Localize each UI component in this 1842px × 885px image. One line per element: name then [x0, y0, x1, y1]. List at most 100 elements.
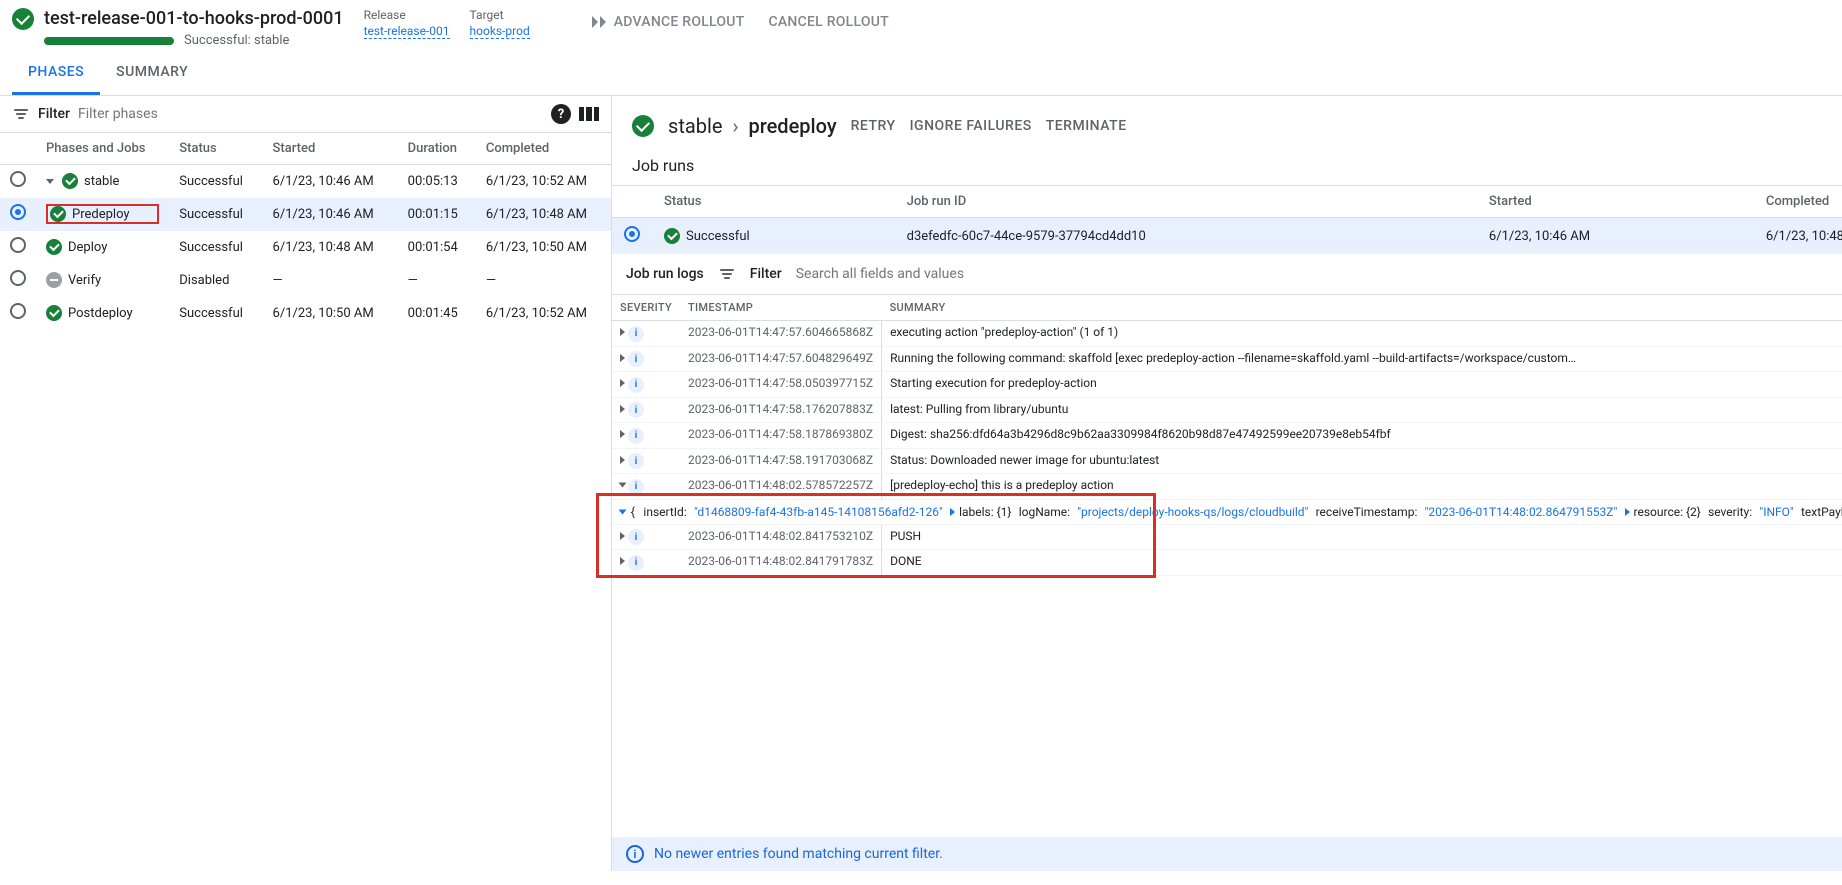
log-row[interactable]: i 2023-06-01T14:48:02.578572257Z [predep… [612, 474, 1842, 500]
no-newer-text: No newer entries found matching current … [654, 846, 943, 862]
radio-button[interactable] [10, 171, 26, 187]
severity-info-icon[interactable]: i [628, 453, 644, 469]
log-json-expanded: { insertId: "d1468809-faf4-43fb-a145-141… [612, 499, 1842, 524]
log-summary: Starting execution for predeploy-action [882, 372, 1842, 398]
col-started: Started [263, 133, 398, 165]
log-row[interactable]: i 2023-06-01T14:47:58.191703068Z Status:… [612, 448, 1842, 474]
phase-row[interactable]: Postdeploy Successful 6/1/23, 10:50 AM 0… [0, 297, 611, 330]
logs-search-input[interactable] [796, 266, 1842, 282]
advance-rollout-button[interactable]: ADVANCE ROLLOUT [590, 14, 745, 30]
info-icon: i [626, 845, 644, 863]
col-status: Status [169, 133, 262, 165]
rollout-header: test-release-001-to-hooks-prod-0001 Succ… [0, 0, 1842, 48]
terminate-button[interactable]: TERMINATE [1046, 118, 1127, 134]
detail-panel: stable › predeploy RETRY IGNORE FAILURES… [612, 96, 1842, 871]
severity-info-icon[interactable]: i [628, 402, 644, 418]
severity-info-icon[interactable]: i [628, 326, 644, 342]
tab-summary[interactable]: SUMMARY [100, 64, 204, 95]
success-icon [50, 206, 66, 222]
radio-button[interactable] [10, 270, 26, 286]
cancel-rollout-button[interactable]: CANCEL ROLLOUT [769, 14, 889, 30]
release-link[interactable]: test-release-001 [364, 24, 450, 39]
expand-icon[interactable] [620, 354, 625, 362]
expand-icon[interactable] [620, 328, 625, 336]
filter-phases-input[interactable] [78, 106, 543, 122]
expand-icon[interactable] [620, 405, 625, 413]
phases-panel: Filter ? Phases and Jobs Status Started … [0, 96, 612, 871]
expand-icon[interactable] [620, 430, 625, 438]
expand-icon[interactable] [619, 483, 627, 488]
severity-info-icon[interactable]: i [628, 351, 644, 367]
log-row[interactable]: i 2023-06-01T14:47:58.050397715Z Startin… [612, 372, 1842, 398]
phase-row[interactable]: Predeploy Successful 6/1/23, 10:46 AM 00… [0, 198, 611, 231]
phase-duration: 00:05:13 [398, 165, 476, 198]
phase-row[interactable]: stable Successful 6/1/23, 10:46 AM 00:05… [0, 165, 611, 198]
phase-completed: 6/1/23, 10:50 AM [476, 231, 611, 264]
phase-started: — [263, 264, 398, 297]
expand-icon[interactable] [620, 532, 625, 540]
expand-icon[interactable] [620, 379, 625, 387]
phase-row[interactable]: Verify Disabled — — — [0, 264, 611, 297]
log-timestamp: 2023-06-01T14:47:58.050397715Z [680, 372, 882, 398]
severity-info-icon[interactable]: i [628, 377, 644, 393]
log-row[interactable]: i 2023-06-01T14:47:58.176207883Z latest:… [612, 397, 1842, 423]
radio-button[interactable] [10, 303, 26, 319]
radio-button[interactable] [10, 204, 26, 220]
job-run-row[interactable]: Successful d3efedfc-60c7-44ce-9579-37794… [612, 218, 1842, 255]
phase-completed: 6/1/23, 10:52 AM [476, 165, 611, 198]
advance-label: ADVANCE ROLLOUT [614, 14, 745, 30]
log-summary: latest: Pulling from library/ubuntu [882, 397, 1842, 423]
log-timestamp: 2023-06-01T14:48:02.841753210Z [680, 524, 882, 550]
ignore-failures-button[interactable]: IGNORE FAILURES [910, 118, 1032, 134]
expand-icon[interactable] [620, 557, 625, 565]
phase-status: Disabled [169, 264, 262, 297]
tab-phases[interactable]: PHASES [12, 64, 100, 95]
chevron-down-icon[interactable] [46, 179, 54, 184]
radio-button[interactable] [10, 237, 26, 253]
phase-name: Postdeploy [68, 306, 133, 321]
log-summary: [predeploy-echo] this is a predeploy act… [882, 474, 1842, 500]
release-meta: Release test-release-001 [364, 8, 450, 39]
log-summary: executing action "predeploy-action" (1 o… [882, 321, 1842, 347]
status-icon-success [12, 8, 34, 30]
col-timestamp: TIMESTAMP [680, 295, 882, 321]
success-icon [664, 228, 680, 244]
target-link[interactable]: hooks-prod [470, 24, 530, 39]
phase-row[interactable]: Deploy Successful 6/1/23, 10:48 AM 00:01… [0, 231, 611, 264]
severity-info-icon[interactable]: i [628, 428, 644, 444]
success-icon [62, 173, 78, 189]
col-run-completed: Completed [1754, 186, 1842, 218]
tabs: PHASES SUMMARY [0, 64, 1842, 96]
log-row[interactable]: i 2023-06-01T14:47:58.187869380Z Digest:… [612, 423, 1842, 449]
log-row[interactable]: i 2023-06-01T14:47:57.604829649Z Running… [612, 346, 1842, 372]
log-row[interactable]: i 2023-06-01T14:48:02.841791783Z DONE [612, 550, 1842, 576]
phase-started: 6/1/23, 10:50 AM [263, 297, 398, 330]
phase-name: Verify [68, 273, 101, 288]
run-id: d3efedfc-60c7-44ce-9579-37794cd4dd10 [895, 218, 1477, 255]
phase-duration: 00:01:15 [398, 198, 476, 231]
phases-table: Phases and Jobs Status Started Duration … [0, 132, 611, 330]
col-run-id: Job run ID [895, 186, 1477, 218]
phase-started: 6/1/23, 10:48 AM [263, 231, 398, 264]
log-row[interactable]: i 2023-06-01T14:47:57.604665868Z executi… [612, 321, 1842, 347]
retry-button[interactable]: RETRY [851, 118, 896, 134]
filter-label: Filter [38, 106, 70, 122]
crumb-root: stable [668, 114, 722, 138]
help-icon[interactable]: ? [551, 104, 571, 124]
severity-info-icon[interactable]: i [628, 529, 644, 545]
expand-icon[interactable] [620, 456, 625, 464]
job-run-logs-title: Job run logs [626, 266, 704, 282]
severity-info-icon[interactable]: i [628, 479, 644, 495]
phase-completed: 6/1/23, 10:48 AM [476, 198, 611, 231]
phase-duration: 00:01:45 [398, 297, 476, 330]
log-timestamp: 2023-06-01T14:47:57.604829649Z [680, 346, 882, 372]
radio-selected[interactable] [624, 226, 640, 242]
severity-info-icon[interactable]: i [628, 555, 644, 571]
log-timestamp: 2023-06-01T14:48:02.578572257Z [680, 474, 882, 500]
phase-name: Deploy [68, 240, 107, 255]
run-completed: 6/1/23, 10:48 AM [1754, 218, 1842, 255]
log-summary: Status: Downloaded newer image for ubunt… [882, 448, 1842, 474]
log-row[interactable]: i 2023-06-01T14:48:02.841753210Z PUSH [612, 524, 1842, 550]
columns-icon[interactable] [579, 107, 599, 121]
log-summary: DONE [882, 550, 1842, 576]
